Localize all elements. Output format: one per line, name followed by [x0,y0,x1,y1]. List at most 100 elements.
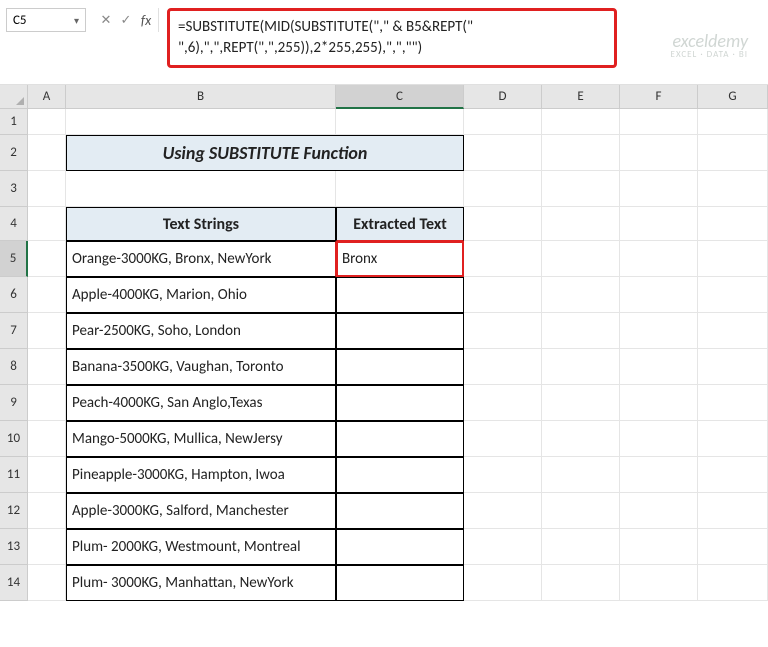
cell[interactable] [542,457,620,493]
cell[interactable] [542,349,620,385]
cell[interactable] [698,349,768,385]
enter-icon[interactable]: ✓ [118,13,134,28]
cell[interactable] [620,529,698,565]
table-row[interactable]: Banana-3500KG, Vaughan, Toronto [66,349,336,385]
cell[interactable] [542,241,620,277]
col-header[interactable]: G [698,85,768,109]
cell[interactable] [464,457,542,493]
cell[interactable] [464,241,542,277]
cell[interactable] [620,171,698,207]
cell[interactable] [620,493,698,529]
cell[interactable] [28,349,66,385]
cell[interactable] [698,171,768,207]
row-header[interactable]: 11 [0,457,28,493]
cell[interactable] [542,277,620,313]
table-header[interactable]: Extracted Text [336,207,464,241]
cell[interactable] [28,457,66,493]
row-header[interactable]: 14 [0,565,28,601]
table-row[interactable]: Peach-4000KG, San Anglo,Texas [66,385,336,421]
col-header[interactable]: D [464,85,542,109]
cell[interactable] [620,135,698,171]
table-row[interactable] [336,385,464,421]
cell[interactable] [28,385,66,421]
table-row[interactable] [336,313,464,349]
cell[interactable] [620,207,698,241]
col-header[interactable]: A [28,85,66,109]
cell[interactable] [620,349,698,385]
row-header[interactable]: 7 [0,313,28,349]
table-row[interactable] [336,277,464,313]
row-header[interactable]: 5 [0,241,28,277]
row-header[interactable]: 10 [0,421,28,457]
cell[interactable] [28,207,66,241]
cell[interactable] [698,421,768,457]
cell[interactable] [28,421,66,457]
cell[interactable] [542,109,620,135]
row-header[interactable]: 8 [0,349,28,385]
cell[interactable] [28,313,66,349]
table-row[interactable]: Pineapple-3000KG, Hampton, Iwoa [66,457,336,493]
table-row[interactable]: Plum- 2000KG, Westmount, Montreal [66,529,336,565]
cell[interactable] [464,349,542,385]
cell[interactable] [542,385,620,421]
cell[interactable] [464,385,542,421]
formula-input[interactable]: =SUBSTITUTE(MID(SUBSTITUTE("," & B5&REPT… [167,8,617,68]
cell[interactable] [620,313,698,349]
row-header[interactable]: 2 [0,135,28,171]
cell[interactable] [698,565,768,601]
cell[interactable] [620,421,698,457]
cell[interactable] [542,565,620,601]
cell[interactable] [698,241,768,277]
cell[interactable] [28,277,66,313]
col-header[interactable]: F [620,85,698,109]
table-row[interactable]: Apple-3000KG, Salford, Manchester [66,493,336,529]
table-row[interactable]: Mango-5000KG, Mullica, NewJersy [66,421,336,457]
cell[interactable] [698,109,768,135]
cell[interactable] [28,529,66,565]
cell[interactable] [620,109,698,135]
cell[interactable] [464,421,542,457]
cell[interactable] [464,529,542,565]
title-cell[interactable]: Using SUBSTITUTE Function [66,135,464,171]
select-all-corner[interactable] [0,85,28,109]
cell[interactable] [698,493,768,529]
row-header[interactable]: 1 [0,109,28,135]
cell[interactable] [336,109,464,135]
cell[interactable] [542,421,620,457]
cell[interactable] [542,529,620,565]
table-row[interactable] [336,493,464,529]
col-header[interactable]: C [336,85,464,109]
chevron-down-icon[interactable]: ▾ [74,14,79,27]
cell[interactable] [698,277,768,313]
cell[interactable] [28,135,66,171]
cell[interactable] [28,493,66,529]
cell[interactable] [620,241,698,277]
cell[interactable] [698,457,768,493]
cell[interactable] [698,385,768,421]
table-row[interactable] [336,349,464,385]
cell[interactable] [542,207,620,241]
cancel-icon[interactable]: ✕ [98,13,114,28]
cell[interactable] [542,171,620,207]
cell[interactable] [620,277,698,313]
table-row[interactable]: Orange-3000KG, Bronx, NewYork [66,241,336,277]
cell[interactable] [464,493,542,529]
row-header[interactable]: 9 [0,385,28,421]
table-row[interactable] [336,421,464,457]
cell[interactable] [464,109,542,135]
selected-cell[interactable]: Bronx [336,241,464,277]
name-box[interactable]: C5 ▾ [6,8,86,32]
table-row[interactable] [336,529,464,565]
cell[interactable] [66,171,336,207]
cell[interactable] [464,207,542,241]
table-row[interactable]: Apple-4000KG, Marion, Ohio [66,277,336,313]
row-header[interactable]: 12 [0,493,28,529]
cell[interactable] [28,241,66,277]
col-header[interactable]: B [66,85,336,109]
cell[interactable] [28,171,66,207]
row-header[interactable]: 6 [0,277,28,313]
cell[interactable] [620,457,698,493]
row-header[interactable]: 13 [0,529,28,565]
cell[interactable] [698,135,768,171]
cell[interactable] [698,313,768,349]
